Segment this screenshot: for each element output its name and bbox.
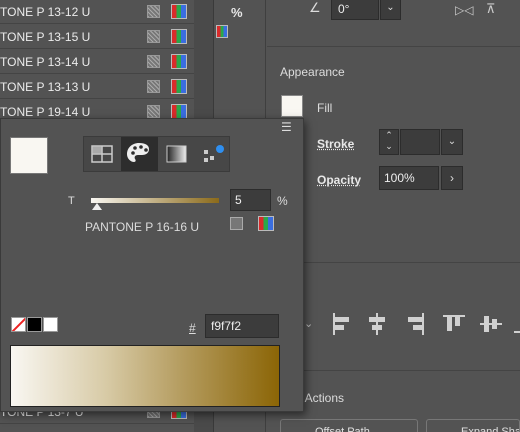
cmyk-mode-icon bbox=[216, 25, 228, 38]
gamut-warning-icon bbox=[147, 5, 160, 18]
offset-path-button[interactable]: Offset Path bbox=[280, 419, 418, 432]
swatch-name: TONE P 13-14 U bbox=[0, 55, 91, 69]
tint-label: T bbox=[68, 195, 75, 207]
tint-spectrum-bar[interactable] bbox=[10, 345, 280, 407]
align-vertical-center-icon[interactable] bbox=[480, 313, 502, 335]
swatch-name: TONE P 13-13 U bbox=[0, 80, 91, 94]
stroke-weight-field[interactable] bbox=[400, 129, 440, 155]
appearance-section-title: Appearance bbox=[280, 65, 345, 79]
swatch-name-label: PANTONE P 16-16 U bbox=[85, 220, 200, 234]
stroke-weight-stepper[interactable]: ⌃ ⌄ bbox=[379, 129, 399, 155]
black-color-swatch[interactable] bbox=[27, 317, 42, 332]
gamut-warning-icon bbox=[147, 80, 160, 93]
expand-shape-button[interactable]: Expand Sha bbox=[426, 419, 520, 432]
swatch-name: TONE P 13-15 U bbox=[0, 30, 91, 44]
gamut-warning-icon bbox=[147, 55, 160, 68]
angle-icon: ∠ bbox=[309, 0, 321, 15]
align-top-icon[interactable] bbox=[443, 313, 465, 335]
gamut-warning-icon bbox=[147, 105, 160, 118]
cmyk-mode-icon[interactable] bbox=[258, 216, 274, 231]
flip-horizontal-icon[interactable]: ▷◁ bbox=[455, 3, 473, 17]
flip-vertical-icon[interactable]: ⊼ bbox=[486, 1, 496, 17]
swatch-row[interactable]: TONE P 13-13 U bbox=[0, 75, 194, 99]
gamut-warning-icon bbox=[147, 30, 160, 43]
chevron-right-icon[interactable]: › bbox=[441, 166, 463, 190]
opacity-field[interactable]: 100% bbox=[379, 166, 439, 190]
color-picker-popup: ☰ T 5 % PANTONE P 16-16 U # f9f7f2 bbox=[0, 118, 304, 412]
swatch-name: TONE P 13-12 U bbox=[0, 5, 91, 19]
chevron-down-icon[interactable]: ⌄ bbox=[441, 129, 463, 155]
tint-value-field[interactable]: 5 bbox=[230, 189, 271, 211]
align-left-icon[interactable] bbox=[330, 313, 352, 335]
palette-icon bbox=[127, 143, 149, 162]
section-divider bbox=[267, 262, 520, 263]
cmyk-mode-icon bbox=[171, 104, 187, 119]
swatches-grid-icon bbox=[91, 145, 113, 163]
fill-label: Fill bbox=[317, 101, 333, 115]
section-divider bbox=[267, 46, 520, 47]
align-horizontal-center-icon[interactable] bbox=[366, 313, 388, 335]
chevron-down-icon[interactable]: ⌄ bbox=[380, 0, 401, 20]
swatch-name: TONE P 19-14 U bbox=[0, 105, 91, 119]
current-color-swatch bbox=[10, 137, 48, 174]
gradient-mode-tab[interactable] bbox=[158, 137, 195, 171]
align-bottom-icon[interactable] bbox=[514, 313, 520, 335]
chevron-down-icon[interactable]: ⌄ bbox=[304, 317, 313, 330]
tint-slider-thumb[interactable] bbox=[92, 203, 103, 210]
cmyk-mode-icon bbox=[171, 79, 187, 94]
hex-label: # bbox=[189, 321, 196, 335]
cmyk-mode-icon bbox=[171, 4, 187, 19]
swatch-row[interactable]: TONE P 13-15 U bbox=[0, 25, 194, 49]
align-right-icon[interactable] bbox=[404, 313, 426, 335]
palette-mode-tab[interactable] bbox=[121, 137, 158, 171]
panel-menu-icon[interactable]: ☰ bbox=[281, 120, 292, 134]
none-color-swatch[interactable] bbox=[11, 317, 26, 332]
tint-slider-track[interactable] bbox=[91, 198, 219, 203]
color-mode-tabs bbox=[83, 136, 230, 172]
color-themes-mode-tab[interactable] bbox=[195, 137, 232, 171]
tint-percent-label: % bbox=[277, 194, 288, 208]
gamut-warning-icon[interactable] bbox=[230, 217, 243, 230]
white-color-swatch[interactable] bbox=[43, 317, 58, 332]
cmyk-mode-icon bbox=[171, 54, 187, 69]
swatch-row[interactable]: TONE P 13-12 U bbox=[0, 0, 194, 24]
swatches-mode-tab[interactable] bbox=[84, 137, 121, 171]
opacity-label[interactable]: Opacity bbox=[317, 173, 361, 187]
cmyk-mode-icon bbox=[171, 29, 187, 44]
color-themes-icon bbox=[204, 145, 224, 162]
hex-color-field[interactable]: f9f7f2 bbox=[205, 314, 279, 338]
swatch-row[interactable]: TONE P 13-14 U bbox=[0, 50, 194, 74]
rotate-angle-field[interactable]: 0° bbox=[331, 0, 379, 20]
fill-color-swatch[interactable] bbox=[281, 95, 303, 117]
stroke-label[interactable]: Stroke bbox=[317, 137, 354, 151]
gradient-icon bbox=[166, 145, 187, 163]
percent-label: % bbox=[231, 5, 243, 20]
section-divider bbox=[267, 370, 520, 371]
